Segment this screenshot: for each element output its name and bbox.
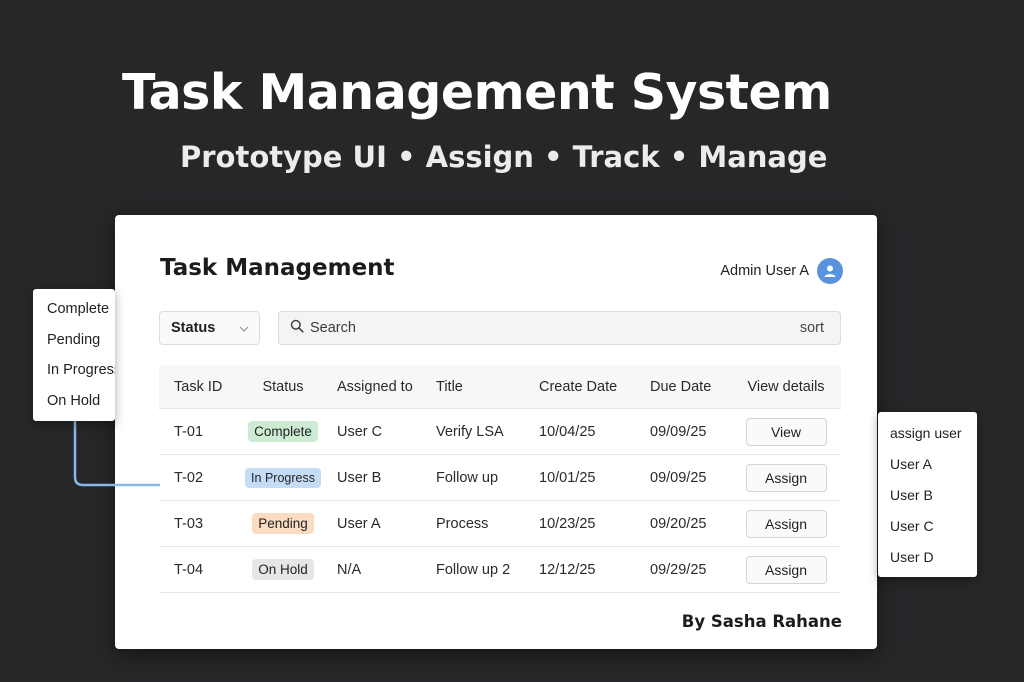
task-id: T-02 <box>174 469 204 486</box>
create-date: 10/23/25 <box>539 515 596 532</box>
user-name: Admin User A <box>720 263 809 279</box>
author-credit: By Sasha Rahane <box>681 612 842 631</box>
connector-line <box>73 421 160 487</box>
status-badge: In Progress <box>245 467 321 488</box>
assign-button[interactable]: Assign <box>745 509 827 538</box>
column-header-due-date[interactable]: Due Date <box>650 365 711 408</box>
task-id: T-01 <box>174 423 204 440</box>
column-header-status[interactable]: Status <box>248 365 318 408</box>
hero-subtitle: Prototype UI • Assign • Track • Manage <box>180 140 828 174</box>
screenshot-canvas: Task Management System Prototype UI • As… <box>0 0 1024 682</box>
create-date: 12/12/25 <box>539 561 596 578</box>
assigned-user: User A <box>337 515 381 532</box>
user-menu[interactable]: Admin User A <box>720 258 843 284</box>
assign-user-dropdown: assign user User A User B User C User D <box>878 412 977 577</box>
table-row[interactable]: T-01 Complete User C Verify LSA 10/04/25… <box>159 409 841 455</box>
assigned-user: User B <box>337 469 382 486</box>
chevron-down-icon <box>239 320 249 336</box>
task-title: Follow up 2 <box>436 561 511 578</box>
column-header-view-details: View details <box>747 378 825 395</box>
due-date: 09/20/25 <box>650 515 707 532</box>
search-input[interactable]: Search sort <box>278 311 841 345</box>
assign-option-user-c[interactable]: User C <box>878 516 977 547</box>
column-header-task-id[interactable]: Task ID <box>174 365 222 408</box>
sort-button[interactable]: sort <box>800 320 824 336</box>
search-icon <box>290 319 304 337</box>
app-window: Task Management Admin User A Status Sear… <box>115 215 877 649</box>
task-title: Verify LSA <box>436 423 504 440</box>
table-row[interactable]: T-03 Pending User A Process 10/23/25 09/… <box>159 501 841 547</box>
table-header: Task ID Status Assigned to Title Create … <box>159 365 841 409</box>
page-title: Task Management <box>160 255 395 281</box>
user-icon[interactable] <box>817 258 843 284</box>
due-date: 09/09/25 <box>650 423 707 440</box>
column-header-title[interactable]: Title <box>436 365 463 408</box>
task-table: Task ID Status Assigned to Title Create … <box>159 365 841 593</box>
status-option-pending[interactable]: Pending <box>33 329 115 360</box>
status-filter[interactable]: Status <box>159 311 260 345</box>
task-title: Process <box>436 515 489 532</box>
search-placeholder: Search <box>310 320 356 336</box>
status-badge: Complete <box>248 421 318 442</box>
status-badge: Pending <box>252 513 314 534</box>
assigned-user: User C <box>337 423 383 440</box>
assign-menu-header: assign user <box>890 425 962 441</box>
hero-title: Task Management System <box>122 64 832 121</box>
task-title: Follow up <box>436 469 499 486</box>
due-date: 09/29/25 <box>650 561 707 578</box>
assign-option-user-a[interactable]: User A <box>878 454 977 485</box>
column-header-assigned-to[interactable]: Assigned to <box>337 365 413 408</box>
task-id: T-04 <box>174 561 204 578</box>
create-date: 10/04/25 <box>539 423 596 440</box>
assign-option-user-d[interactable]: User D <box>878 547 977 578</box>
task-id: T-03 <box>174 515 204 532</box>
status-option-complete[interactable]: Complete <box>33 298 115 329</box>
assign-button[interactable]: Assign <box>745 463 827 492</box>
due-date: 09/09/25 <box>650 469 707 486</box>
assign-option-user-b[interactable]: User B <box>878 485 977 516</box>
column-header-create-date[interactable]: Create Date <box>539 365 617 408</box>
status-option-on-hold[interactable]: On Hold <box>33 390 115 421</box>
status-filter-label: Status <box>171 320 216 336</box>
status-option-in-progress[interactable]: In Progress <box>33 359 115 390</box>
table-row[interactable]: T-02 In Progress User B Follow up 10/01/… <box>159 455 841 501</box>
view-button[interactable]: View <box>745 417 827 446</box>
status-dropdown-menu: Complete Pending In Progress On Hold <box>33 289 115 421</box>
assign-button[interactable]: Assign <box>745 555 827 584</box>
assigned-user: N/A <box>337 561 362 578</box>
create-date: 10/01/25 <box>539 469 596 486</box>
table-row[interactable]: T-04 On Hold N/A Follow up 2 12/12/25 09… <box>159 547 841 593</box>
status-badge: On Hold <box>252 559 314 580</box>
